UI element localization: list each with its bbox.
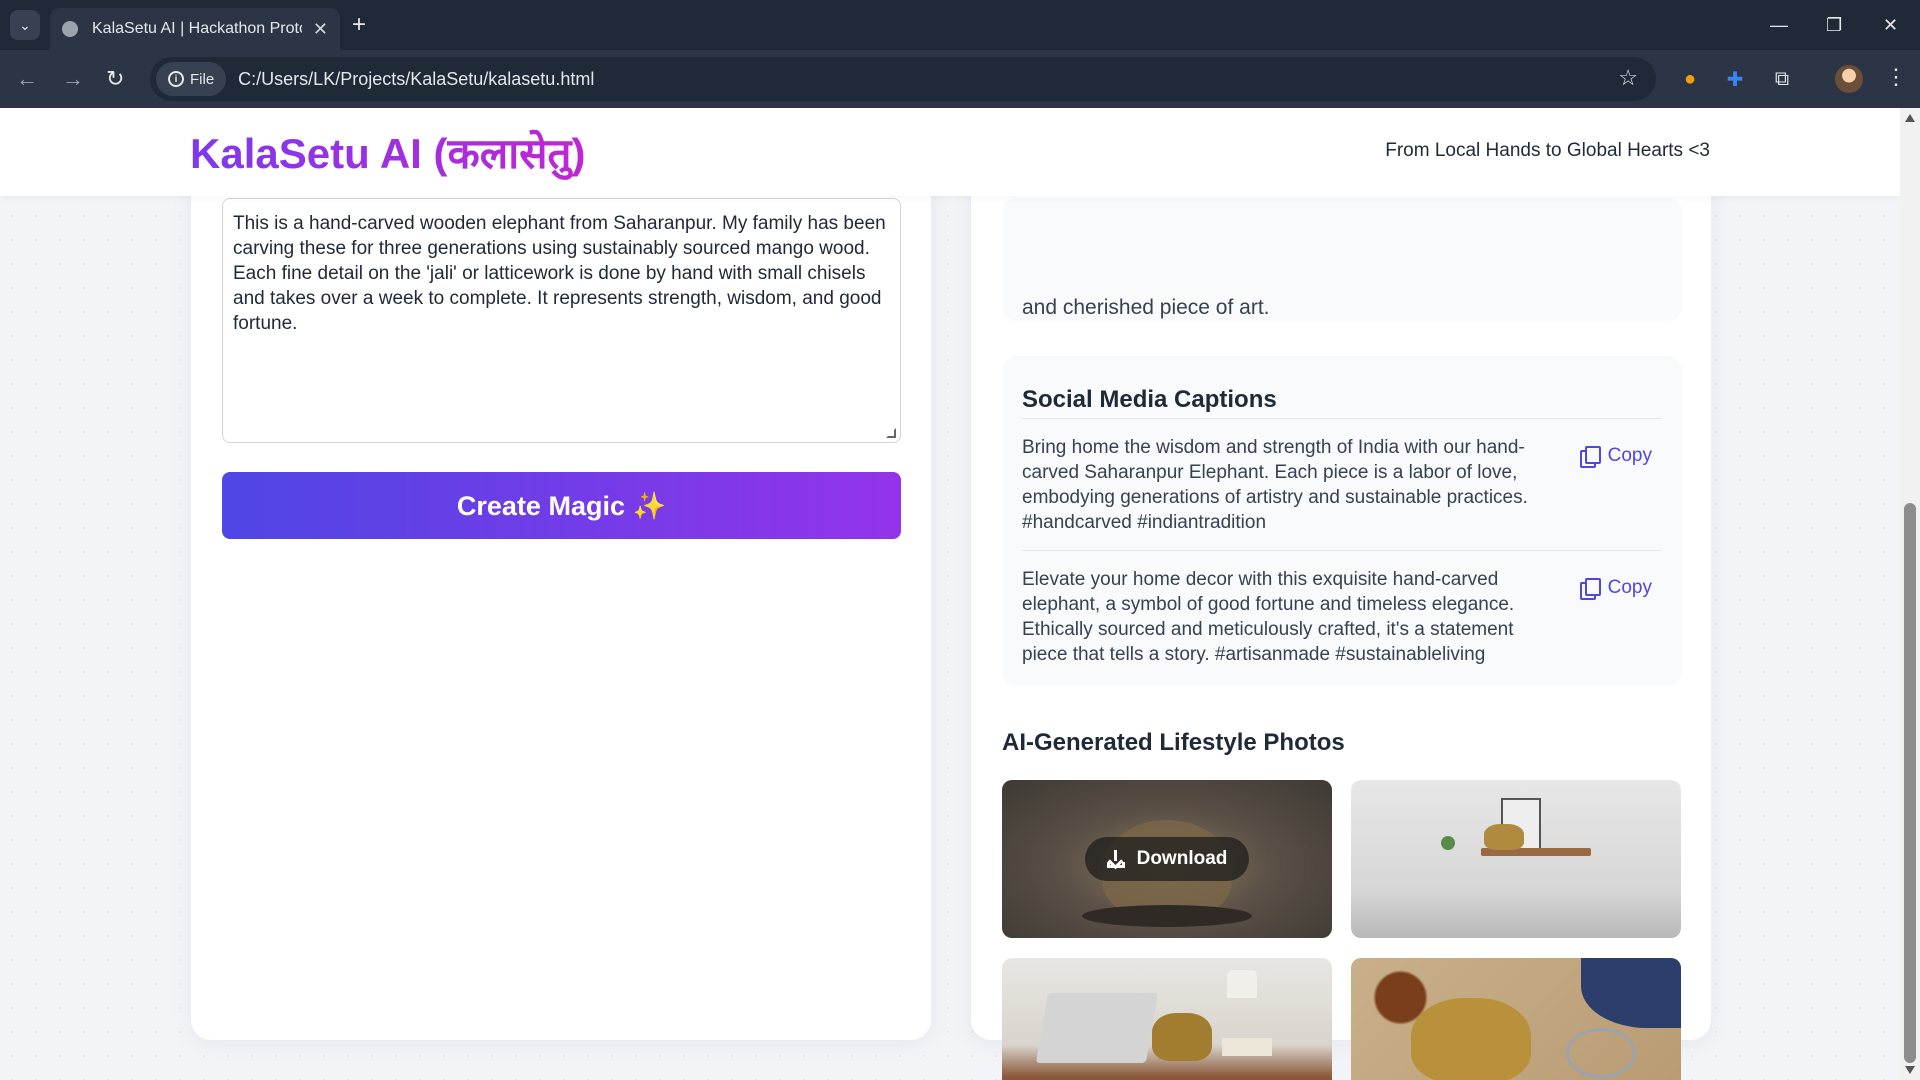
new-tab-button[interactable]: + <box>352 10 366 40</box>
results-card: and cherished piece of art. Social Media… <box>971 108 1711 1080</box>
copy-label: Copy <box>1607 445 1652 466</box>
lamp <box>1227 970 1257 998</box>
caption-text: Bring home the wisdom and strength of In… <box>1022 437 1528 533</box>
caption-item: Elevate your home decor with this exquis… <box>1022 550 1662 682</box>
lifestyle-photo[interactable] <box>1351 780 1681 938</box>
lifestyle-photo[interactable] <box>1002 958 1332 1080</box>
address-bar: ← → ↻ i File C:/Users/LK/Projects/KalaSe… <box>0 50 1920 108</box>
omnibox[interactable]: i File C:/Users/LK/Projects/KalaSetu/kal… <box>150 57 1656 101</box>
captions-block: Social Media Captions Bring home the wis… <box>1002 356 1682 686</box>
story-text: This is a hand-carved wooden elephant fr… <box>233 213 886 334</box>
back-icon[interactable]: ← <box>16 64 38 94</box>
copy-label: Copy <box>1607 577 1652 598</box>
input-card: This is a hand-carved wooden elephant fr… <box>191 108 931 1040</box>
copy-caption-button[interactable]: Copy <box>1579 577 1652 600</box>
site-info-chip[interactable]: i File <box>156 62 227 96</box>
elephant-figurine <box>1484 824 1524 850</box>
download-icon <box>1106 850 1125 868</box>
restore-icon[interactable]: ❐ <box>1826 10 1842 40</box>
tab-bar: ⌄ KalaSetu AI | Hackathon Prototy ✕ + — … <box>0 0 1920 50</box>
file-chip-label: File <box>190 70 215 88</box>
url-text[interactable]: C:/Users/LK/Projects/KalaSetu/kalasetu.h… <box>238 69 594 90</box>
globe-icon <box>62 21 78 37</box>
story-textarea[interactable]: This is a hand-carved wooden elephant fr… <box>222 198 901 443</box>
browser-tab[interactable]: KalaSetu AI | Hackathon Prototy ✕ <box>50 8 340 50</box>
close-window-icon[interactable]: ✕ <box>1883 10 1898 40</box>
page-scrollbar[interactable] <box>1900 108 1920 1080</box>
caption-item: Bring home the wisdom and strength of In… <box>1022 418 1662 550</box>
minimize-icon[interactable]: — <box>1770 10 1788 40</box>
description-block: and cherished piece of art. <box>1002 198 1682 321</box>
caption-text: Elevate your home decor with this exquis… <box>1022 569 1515 665</box>
scroll-down-arrow-icon[interactable] <box>1905 1066 1915 1074</box>
extensions-icon[interactable]: ⧉ <box>1769 66 1795 92</box>
captions-title: Social Media Captions <box>1022 386 1277 413</box>
silver-necklace <box>1566 1028 1636 1078</box>
tab-search-button[interactable]: ⌄ <box>10 10 40 40</box>
page-viewport: KalaSetu AI (कलासेतु) From Local Hands t… <box>0 108 1900 1080</box>
figurine-shadow <box>1082 905 1252 927</box>
resize-handle-icon[interactable] <box>886 428 896 438</box>
elephant-figurine <box>1411 998 1531 1080</box>
info-icon: i <box>168 71 184 87</box>
copy-icon <box>1579 446 1601 468</box>
lifestyle-photo[interactable]: Download <box>1002 780 1332 938</box>
site-tagline: From Local Hands to Global Hearts <3 <box>1385 140 1710 161</box>
download-button[interactable]: Download <box>1085 837 1249 881</box>
elephant-figurine <box>1152 1013 1212 1061</box>
laptop <box>1035 993 1159 1063</box>
puzzle-extension-icon[interactable]: ✚ <box>1722 66 1748 92</box>
reload-icon[interactable]: ↻ <box>106 64 124 94</box>
photos-title: AI-Generated Lifestyle Photos <box>1002 729 1345 756</box>
tab-title: KalaSetu AI | Hackathon Prototy <box>92 20 302 37</box>
books <box>1222 1038 1272 1056</box>
scroll-up-arrow-icon[interactable] <box>1905 114 1915 122</box>
copy-caption-button[interactable]: Copy <box>1579 445 1652 468</box>
copy-icon <box>1579 578 1601 600</box>
plant-pot <box>1441 836 1455 850</box>
lifestyle-photo[interactable] <box>1351 958 1681 1080</box>
cookie-extension-icon[interactable]: ● <box>1677 66 1703 92</box>
profile-avatar[interactable] <box>1835 65 1863 93</box>
fabric-scarf <box>1581 958 1681 1028</box>
site-header: KalaSetu AI (कलासेतु) From Local Hands t… <box>0 108 1900 196</box>
bookmark-star-icon[interactable]: ☆ <box>1618 65 1638 91</box>
tab-close-icon[interactable]: ✕ <box>313 19 328 40</box>
create-magic-button[interactable]: Create Magic ✨ <box>222 472 901 539</box>
forward-icon[interactable]: → <box>62 64 84 94</box>
download-label: Download <box>1136 848 1228 869</box>
site-logo[interactable]: KalaSetu AI (कलासेतु) <box>190 124 585 181</box>
chevron-down-icon: ⌄ <box>19 16 31 33</box>
description-tail-text: and cherished piece of art. <box>1022 296 1270 319</box>
scrollbar-thumb[interactable] <box>1904 503 1916 1063</box>
browser-menu-icon[interactable]: ⋮ <box>1885 64 1907 90</box>
